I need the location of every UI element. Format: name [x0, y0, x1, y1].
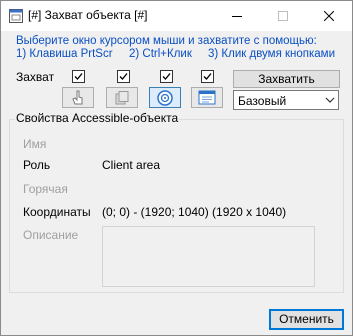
chevron-down-icon [325, 97, 335, 103]
instruction-option-double-click: 3) Клик двумя кнопками [208, 48, 336, 60]
role-value: Client area [102, 158, 161, 172]
window-title: [#] Захват объекта [#] [28, 8, 148, 22]
capture-object-window: [#] Захват объекта [#] Выберите окно кур… [0, 0, 353, 336]
checkmark-icon [74, 73, 83, 80]
capture-mode-value: Базовый [238, 94, 287, 108]
app-icon [9, 9, 23, 23]
capture-label: Захват [16, 70, 55, 84]
coordinates-value: (0; 0) - (1920; 1040) (1920 x 1040) [102, 205, 287, 219]
tool-target-button[interactable] [149, 87, 181, 108]
instruction-option-prtscr: 1) Клавиша PrtScr [16, 48, 113, 60]
title-bar[interactable]: [#] Захват объекта [#] [1, 1, 352, 31]
close-icon [324, 11, 334, 21]
minimize-button[interactable] [214, 1, 260, 31]
capture-checkbox-1[interactable] [72, 70, 85, 83]
close-button[interactable] [306, 1, 352, 31]
checkmark-icon [203, 73, 212, 80]
target-icon [157, 89, 173, 106]
maximize-button[interactable] [260, 1, 306, 31]
capture-checkbox-4[interactable] [201, 70, 214, 83]
role-label: Роль [23, 158, 51, 172]
instruction-option-ctrl-click: 2) Ctrl+Клик [129, 48, 192, 60]
capture-checkbox-3[interactable] [160, 70, 173, 83]
tool-window-copy-button[interactable] [106, 87, 138, 108]
finger-pointer-icon [72, 90, 83, 104]
checkmark-icon [162, 73, 171, 80]
capture-checkbox-2[interactable] [117, 70, 130, 83]
properties-group-title: Свойства Accessible-объекта [15, 111, 180, 125]
minimize-icon [232, 16, 242, 17]
maximize-icon [278, 11, 288, 21]
capture-button[interactable]: Захватить [233, 70, 340, 88]
hotkey-label: Горячая [23, 182, 68, 196]
description-field[interactable] [102, 226, 315, 287]
window-list-icon [198, 90, 216, 104]
coordinates-label: Координаты [23, 205, 91, 219]
tool-window-list-button[interactable] [191, 87, 223, 108]
checkmark-icon [119, 73, 128, 80]
window-copy-icon [115, 90, 129, 104]
cancel-button[interactable]: Отменить [269, 309, 344, 330]
capture-mode-select[interactable]: Базовый [233, 90, 339, 110]
tool-pointer-button[interactable] [62, 87, 94, 108]
instruction-text: Выберите окно курсором мыши и захватите … [16, 35, 317, 47]
description-label: Описание [23, 228, 79, 242]
name-label: Имя [23, 137, 47, 151]
